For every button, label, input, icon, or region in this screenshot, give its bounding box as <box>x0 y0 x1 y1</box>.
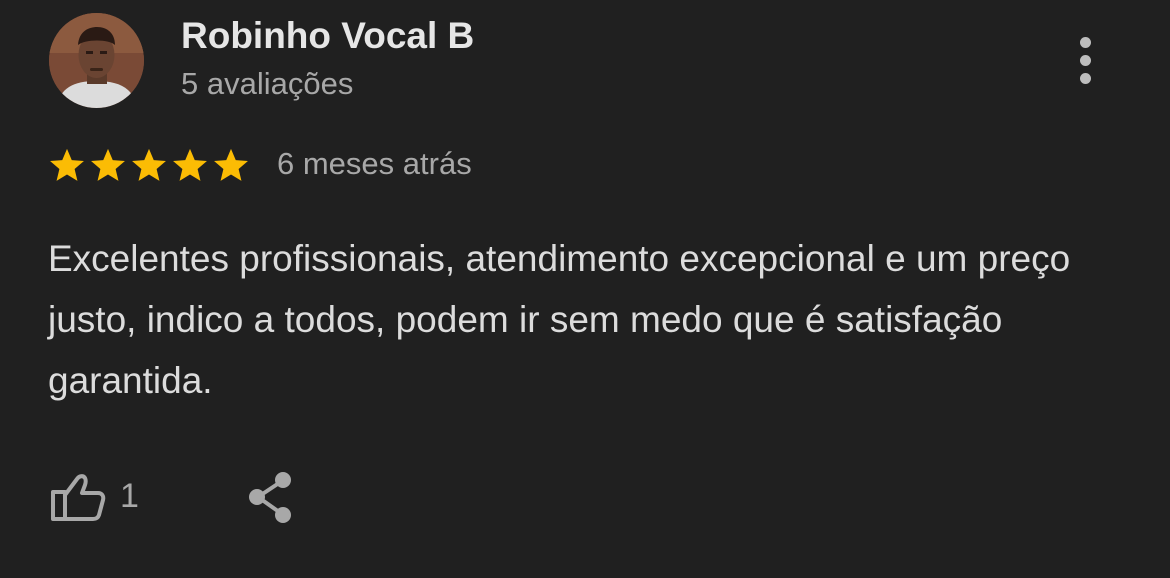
star-icon <box>91 148 125 181</box>
review-date: 6 meses atrás <box>277 146 472 181</box>
more-options-button[interactable] <box>1066 33 1106 89</box>
thumbs-up-icon <box>51 474 106 521</box>
like-count: 1 <box>120 476 139 515</box>
author-avatar[interactable] <box>49 13 144 108</box>
star-icon <box>50 148 84 181</box>
author-review-count: 5 avaliações <box>181 66 354 101</box>
more-vert-icon-dot <box>1080 73 1091 84</box>
star-rating <box>48 145 253 185</box>
user-photo-icon <box>49 13 144 108</box>
share-icon <box>249 472 291 523</box>
more-vert-icon-dot <box>1080 55 1091 66</box>
more-vert-icon <box>1080 37 1091 48</box>
star-icon <box>132 148 166 181</box>
star-icon <box>173 148 207 181</box>
like-button[interactable]: 1 <box>48 468 139 524</box>
review-text: Excelentes profissionais, atendimento ex… <box>48 238 1071 401</box>
author-name[interactable]: Robinho Vocal B <box>181 15 474 57</box>
star-icon <box>214 148 248 181</box>
share-button[interactable] <box>243 470 299 526</box>
